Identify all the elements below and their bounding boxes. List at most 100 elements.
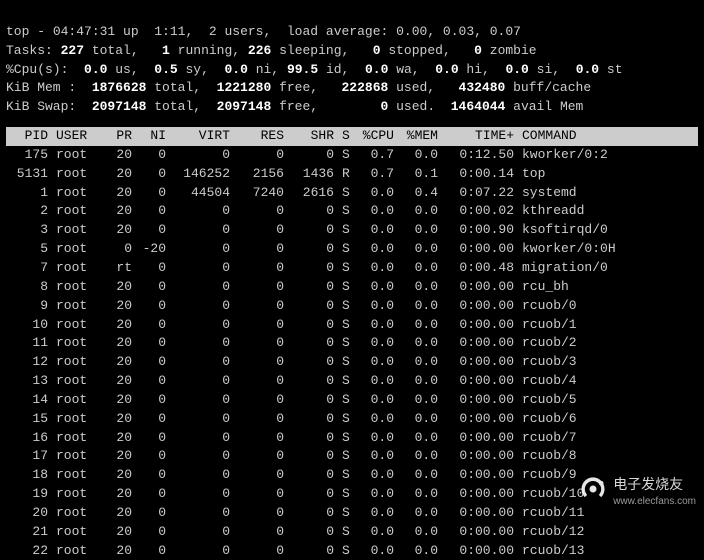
cell-mem: 0.0 [398,542,442,560]
cell-shr: 0 [288,221,338,240]
cell-s: S [338,353,354,372]
cell-s: S [338,372,354,391]
cell-shr: 0 [288,278,338,297]
table-header-row: PID USER PR NI VIRT RES SHR S %CPU %MEM … [6,127,698,146]
cell-virt: 0 [170,542,234,560]
cell-res: 0 [234,316,288,335]
cell-virt: 0 [170,334,234,353]
cell-mem: 0.0 [398,523,442,542]
cell-shr: 0 [288,202,338,221]
cell-time: 0:00.00 [442,278,518,297]
cell-res: 0 [234,240,288,259]
table-row: 7rootrt0000S0.00.00:00.48migration/0 [6,259,698,278]
cell-shr: 0 [288,240,338,259]
cell-cmd: rcuob/4 [518,372,698,391]
cpu-line: %Cpu(s): 0.0 us, 0.5 sy, 0.0 ni, 99.5 id… [6,62,623,77]
cell-cmd: rcuob/8 [518,447,698,466]
cell-ni: 0 [136,542,170,560]
cell-res: 0 [234,221,288,240]
cell-s: S [338,334,354,353]
cell-user: root [52,485,102,504]
col-mem: %MEM [398,127,442,146]
cell-res: 0 [234,297,288,316]
cell-mem: 0.0 [398,353,442,372]
cell-virt: 0 [170,278,234,297]
cell-pr: 20 [102,429,136,448]
cell-ni: 0 [136,278,170,297]
col-virt: VIRT [170,127,234,146]
cell-cpu: 0.0 [354,410,398,429]
cell-time: 0:00.00 [442,542,518,560]
cell-time: 0:00.48 [442,259,518,278]
cell-user: root [52,429,102,448]
cell-mem: 0.0 [398,316,442,335]
cell-cpu: 0.0 [354,466,398,485]
cell-cmd: rcuob/6 [518,410,698,429]
cell-mem: 0.0 [398,221,442,240]
cell-cmd: systemd [518,184,698,203]
cell-ni: 0 [136,165,170,184]
table-row: 1root2004450472402616S0.00.40:07.22syste… [6,184,698,203]
cell-pid: 8 [6,278,52,297]
cell-cpu: 0.0 [354,447,398,466]
table-row: 20root200000S0.00.00:00.00rcuob/11 [6,504,698,523]
cell-cpu: 0.0 [354,202,398,221]
cell-shr: 0 [288,259,338,278]
cell-res: 0 [234,146,288,165]
table-row: 15root200000S0.00.00:00.00rcuob/6 [6,410,698,429]
cell-time: 0:00.00 [442,410,518,429]
cell-mem: 0.0 [398,429,442,448]
cell-time: 0:00.00 [442,485,518,504]
cell-ni: 0 [136,523,170,542]
cell-user: root [52,410,102,429]
cell-pid: 5131 [6,165,52,184]
cell-ni: 0 [136,334,170,353]
cell-s: R [338,165,354,184]
cell-res: 0 [234,372,288,391]
cell-pid: 13 [6,372,52,391]
cell-s: S [338,202,354,221]
cell-s: S [338,391,354,410]
cell-cmd: rcuob/11 [518,504,698,523]
cell-user: root [52,316,102,335]
cell-cpu: 0.0 [354,485,398,504]
cell-mem: 0.0 [398,485,442,504]
cell-s: S [338,297,354,316]
table-row: 16root200000S0.00.00:00.00rcuob/7 [6,429,698,448]
cell-cmd: rcuob/10 [518,485,698,504]
cell-pr: 20 [102,410,136,429]
cell-ni: 0 [136,485,170,504]
cell-virt: 0 [170,146,234,165]
cell-shr: 0 [288,353,338,372]
cell-pr: 20 [102,447,136,466]
cell-pr: 20 [102,297,136,316]
cell-time: 0:00.00 [442,372,518,391]
cell-user: root [52,334,102,353]
cell-pr: 20 [102,184,136,203]
cell-user: root [52,504,102,523]
cell-user: root [52,259,102,278]
cell-cmd: kworker/0:2 [518,146,698,165]
cell-virt: 0 [170,221,234,240]
cell-shr: 0 [288,542,338,560]
cell-res: 0 [234,485,288,504]
cell-mem: 0.0 [398,466,442,485]
cell-pr: 20 [102,316,136,335]
cell-ni: 0 [136,410,170,429]
tasks-line: Tasks: 227 total, 1 running, 226 sleepin… [6,43,537,58]
cell-time: 0:00.00 [442,523,518,542]
cell-res: 0 [234,429,288,448]
cell-time: 0:00.00 [442,466,518,485]
uptime-line: top - 04:47:31 up 1:11, 2 users, load av… [6,24,521,39]
cell-virt: 0 [170,466,234,485]
cell-pr: rt [102,259,136,278]
cell-s: S [338,542,354,560]
cell-pid: 21 [6,523,52,542]
table-row: 21root200000S0.00.00:00.00rcuob/12 [6,523,698,542]
cell-pid: 9 [6,297,52,316]
cell-shr: 0 [288,466,338,485]
cell-ni: 0 [136,146,170,165]
cell-cpu: 0.0 [354,429,398,448]
table-row: 3root200000S0.00.00:00.90ksoftirqd/0 [6,221,698,240]
cell-res: 0 [234,447,288,466]
